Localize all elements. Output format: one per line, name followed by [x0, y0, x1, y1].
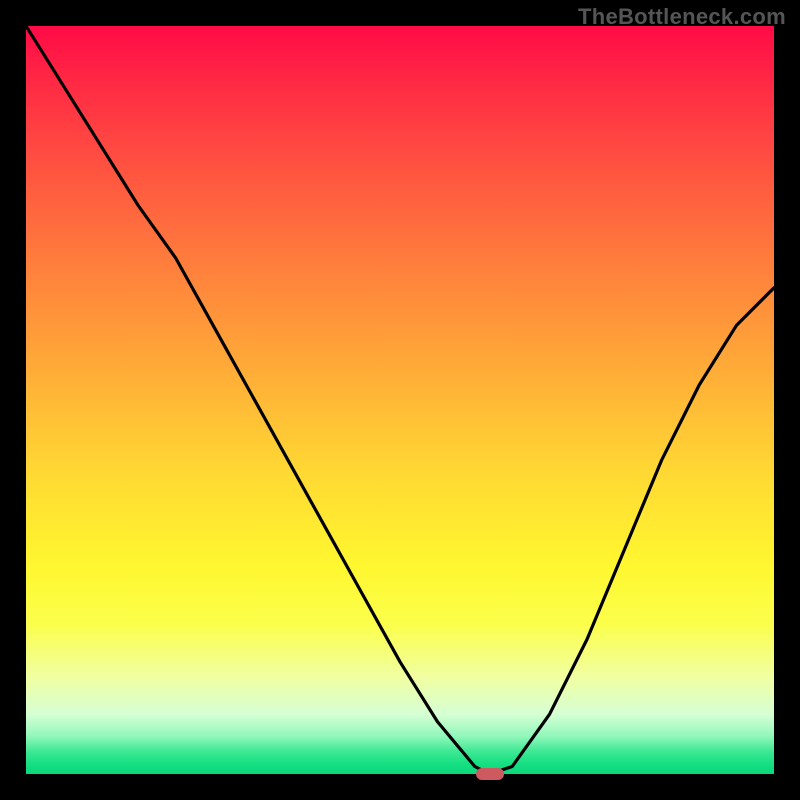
watermark-text: TheBottleneck.com: [578, 4, 786, 30]
plot-area: [26, 26, 774, 774]
bottleneck-curve: [26, 26, 774, 774]
optimal-point-marker: [476, 768, 504, 780]
curve-path: [26, 26, 774, 774]
chart-frame: TheBottleneck.com: [0, 0, 800, 800]
